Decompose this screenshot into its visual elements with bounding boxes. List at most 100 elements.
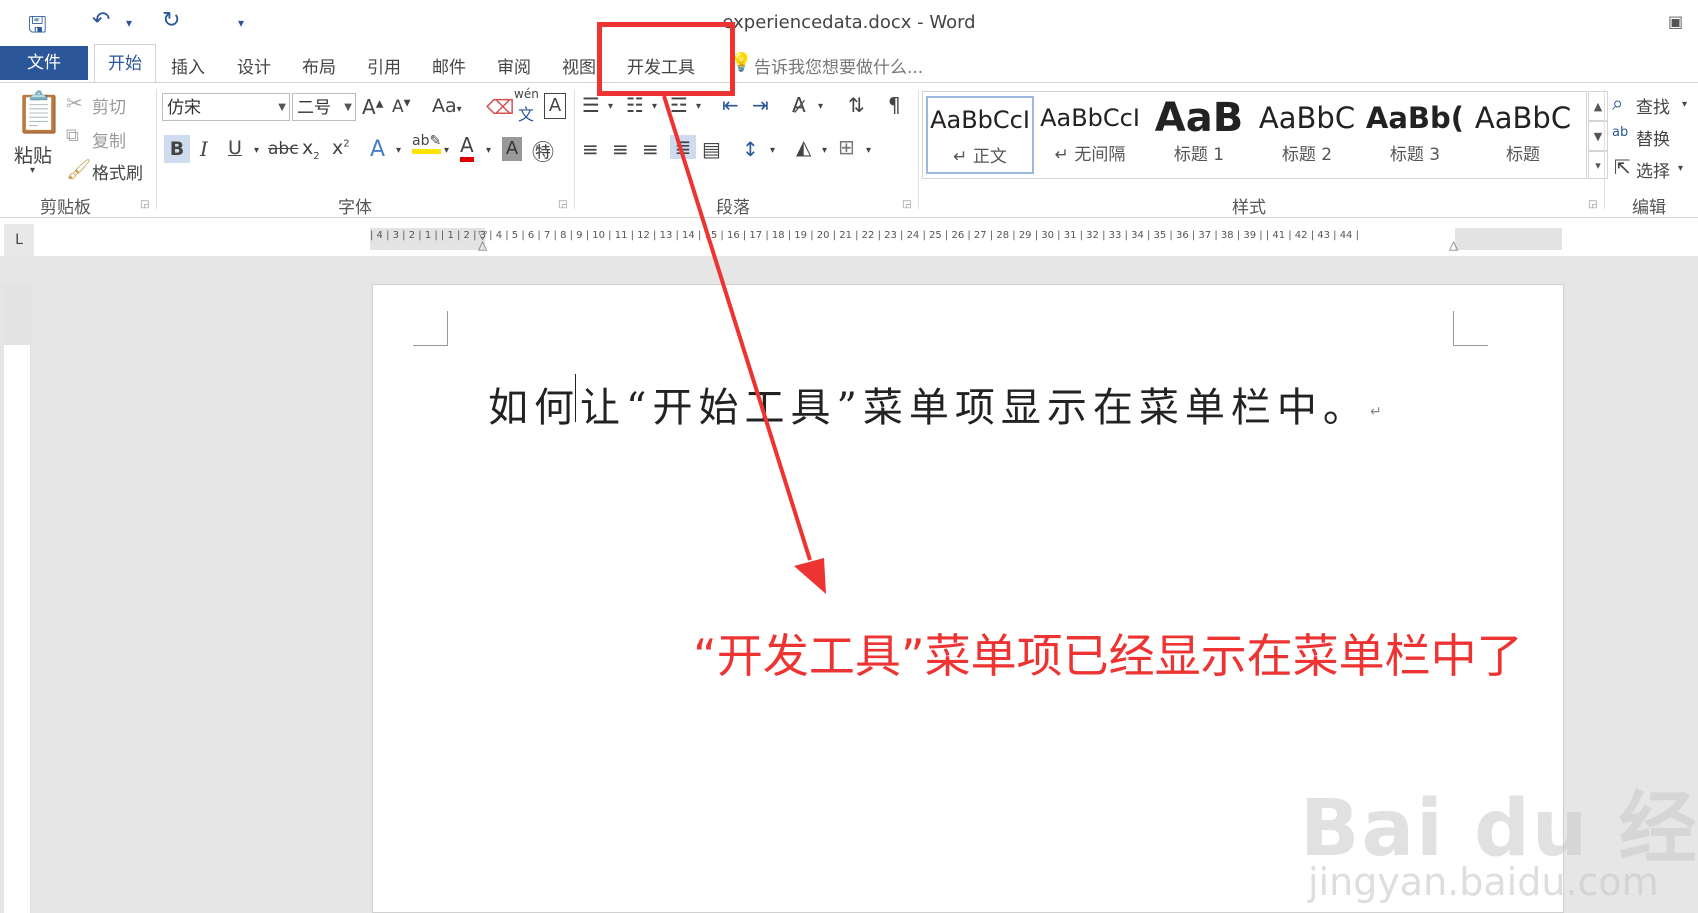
chevron-down-icon[interactable]: ▾ xyxy=(1678,163,1683,174)
character-border-icon[interactable]: A xyxy=(544,93,566,119)
cut-button[interactable]: 剪切 xyxy=(92,93,126,118)
style-title[interactable]: AaBbC 标题 xyxy=(1469,96,1577,174)
tab-view[interactable]: 视图 xyxy=(562,53,596,78)
sort-icon[interactable]: ⇅ xyxy=(848,93,865,117)
font-color-icon[interactable]: A xyxy=(460,133,474,162)
chevron-down-icon[interactable]: ▾ xyxy=(652,101,657,112)
replace-icon[interactable]: ab xyxy=(1612,125,1628,140)
chevron-down-icon[interactable]: ▾ xyxy=(822,145,827,156)
shrink-font-icon[interactable]: A▼ xyxy=(392,97,411,117)
chevron-down-icon[interactable]: ▾ xyxy=(818,101,823,112)
chevron-down-icon[interactable]: ▾ xyxy=(696,101,701,112)
format-painter-icon[interactable]: 🖌 xyxy=(66,157,91,181)
chevron-down-icon[interactable]: ▾ xyxy=(866,145,871,156)
chevron-down-icon[interactable]: ▾ xyxy=(770,145,775,156)
grow-font-icon[interactable]: A▲ xyxy=(362,95,383,119)
bold-button[interactable]: B xyxy=(164,135,190,163)
clear-formatting-icon[interactable]: ⌫ xyxy=(486,95,514,119)
phonetic-guide-bottom[interactable]: 文 xyxy=(518,101,534,125)
chevron-down-icon[interactable]: ▾ xyxy=(486,145,491,156)
chevron-down-icon[interactable]: ▾ xyxy=(396,145,401,156)
tab-layout[interactable]: 布局 xyxy=(302,53,336,78)
paragraph-launcher-icon[interactable]: ◲ xyxy=(902,199,911,210)
tab-review[interactable]: 审阅 xyxy=(497,53,531,78)
style-normal[interactable]: AaBbCcI ↵ 正文 xyxy=(926,96,1034,174)
multilevel-list-icon[interactable]: ☲ xyxy=(670,93,688,117)
chevron-down-icon[interactable]: ▾ xyxy=(444,145,449,156)
document-body-text[interactable]: 如何让“开始工具”菜单项显示在菜单栏中。 xyxy=(488,375,1369,433)
search-icon[interactable]: ⌕ xyxy=(1612,91,1623,115)
shading-icon[interactable]: ◭ xyxy=(796,135,811,159)
character-shading-icon[interactable]: A xyxy=(502,137,522,161)
gallery-scroll-down-icon[interactable]: ▼ xyxy=(1588,121,1608,151)
tell-me-box[interactable]: 告诉我您想要做什么... xyxy=(754,53,923,78)
find-button[interactable]: 查找 xyxy=(1636,93,1670,118)
tab-design[interactable]: 设计 xyxy=(237,53,271,78)
highlight-color-icon[interactable]: ab✎ xyxy=(412,133,442,154)
borders-icon[interactable]: ⊞ xyxy=(838,135,855,159)
font-size-combo[interactable]: 二号 ▼ xyxy=(292,93,356,121)
superscript-button[interactable]: x2 xyxy=(332,137,350,159)
horizontal-ruler[interactable]: | 4 | 3 | 2 | 1 | | 1 | 2 | 3 | 4 | 5 | … xyxy=(370,228,1562,252)
replace-button[interactable]: 替换 xyxy=(1636,125,1670,150)
tab-home[interactable]: 开始 xyxy=(94,44,156,82)
copy-button[interactable]: 复制 xyxy=(92,127,126,152)
format-painter-button[interactable]: 格式刷 xyxy=(92,159,143,184)
italic-button[interactable]: I xyxy=(200,137,208,161)
styles-gallery: AaBbCcI ↵ 正文 AaBbCcI ↵ 无间隔 AaB 标题 1 AaBb… xyxy=(922,91,1587,179)
vertical-ruler[interactable] xyxy=(4,285,31,913)
chinese-layout-icon[interactable]: A̷ xyxy=(792,93,806,117)
bullets-icon[interactable]: ☰ xyxy=(582,93,600,117)
style-heading-1[interactable]: AaB 标题 1 xyxy=(1145,96,1253,174)
select-cursor-icon[interactable]: ⇱ xyxy=(1614,155,1631,179)
baidu-watermark: Bai du 经验 jingyan.baidu.com xyxy=(1300,730,1698,910)
gallery-more-icon[interactable]: ▾ xyxy=(1588,151,1608,179)
chevron-down-icon[interactable]: ▾ xyxy=(608,101,613,112)
enclose-characters-icon[interactable]: ㊕ xyxy=(532,135,554,167)
underline-button[interactable]: U xyxy=(228,137,242,159)
font-launcher-icon[interactable]: ◲ xyxy=(558,199,567,210)
clipboard-launcher-icon[interactable]: ◲ xyxy=(140,199,149,210)
align-right-icon[interactable]: ≡ xyxy=(642,137,659,161)
style-heading-2[interactable]: AaBbC 标题 2 xyxy=(1253,96,1361,174)
chevron-down-icon[interactable]: ▾ xyxy=(1682,99,1687,110)
styles-launcher-icon[interactable]: ◲ xyxy=(1588,199,1597,210)
style-heading-3[interactable]: AaBb( 标题 3 xyxy=(1361,96,1469,174)
style-no-spacing[interactable]: AaBbCcI ↵ 无间隔 xyxy=(1036,96,1144,174)
text-effects-icon[interactable]: A xyxy=(370,137,385,162)
cut-icon[interactable]: ✂ xyxy=(66,91,83,115)
tab-mailings[interactable]: 邮件 xyxy=(432,53,466,78)
distributed-icon[interactable]: ▤ xyxy=(702,137,721,161)
style-name: ↵ 正文 xyxy=(953,147,1007,167)
copy-icon[interactable]: ⧉ xyxy=(66,125,79,146)
align-left-icon[interactable]: ≡ xyxy=(582,137,599,161)
strikethrough-button[interactable]: abc xyxy=(268,139,299,159)
editing-group-label: 编辑 xyxy=(1632,198,1666,218)
line-spacing-icon[interactable]: ↕ xyxy=(742,137,759,161)
phonetic-guide-top[interactable]: wén xyxy=(514,87,539,101)
change-case-button[interactable]: Aa▾ xyxy=(432,95,462,117)
tab-insert[interactable]: 插入 xyxy=(171,53,205,78)
paste-button[interactable]: 粘贴 xyxy=(14,141,52,168)
underline-dropdown-icon[interactable]: ▾ xyxy=(254,145,259,156)
numbering-icon[interactable]: ☷ xyxy=(626,93,644,117)
align-center-icon[interactable]: ≡ xyxy=(612,137,629,161)
select-button[interactable]: 选择 xyxy=(1636,157,1670,182)
tab-references[interactable]: 引用 xyxy=(367,53,401,78)
increase-indent-icon[interactable]: ⇥ xyxy=(752,93,769,117)
justify-icon[interactable]: ≣ xyxy=(670,135,696,159)
show-hide-marks-icon[interactable]: ¶ xyxy=(888,93,901,117)
left-indent-marker-icon[interactable]: △ xyxy=(478,238,487,252)
paste-icon[interactable]: 📋 xyxy=(14,89,64,136)
decrease-indent-icon[interactable]: ⇤ xyxy=(722,93,739,117)
ribbon-display-options-icon[interactable]: ▣ xyxy=(1668,12,1683,31)
font-name-combo[interactable]: 仿宋 ▼ xyxy=(162,93,290,121)
tab-file[interactable]: 文件 xyxy=(0,46,88,80)
gallery-scroll-up-icon[interactable]: ▲ xyxy=(1588,91,1608,121)
style-name: 标题 xyxy=(1506,145,1540,165)
right-indent-marker-icon[interactable]: △ xyxy=(1449,238,1458,252)
text-cursor xyxy=(575,374,576,422)
paste-dropdown-icon[interactable]: ▾ xyxy=(30,165,35,176)
subscript-button[interactable]: x2 xyxy=(302,137,320,162)
tab-selector[interactable]: L xyxy=(4,224,34,256)
